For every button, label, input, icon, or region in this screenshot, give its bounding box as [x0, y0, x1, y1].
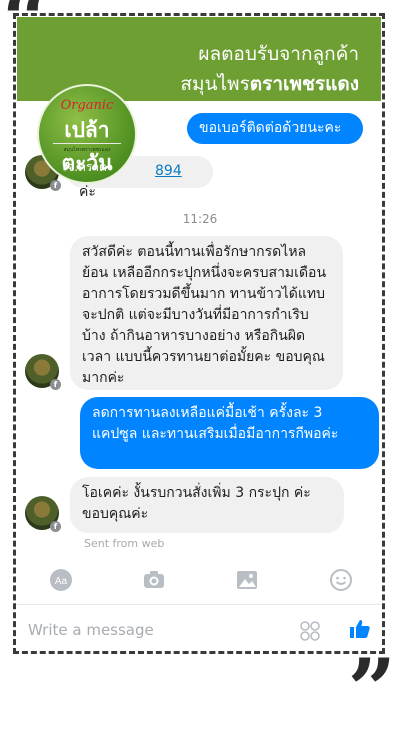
phone-link[interactable]: 894 — [155, 163, 182, 179]
image-icon[interactable] — [235, 568, 259, 592]
composer-divider — [17, 604, 381, 605]
message-input[interactable]: Write a message — [28, 621, 154, 639]
composer-toolbar: Aa — [17, 560, 381, 604]
svg-text:Aa: Aa — [55, 576, 68, 587]
camera-icon[interactable] — [142, 568, 166, 592]
banner-subtitle: สมุนไพรตราเพชรแดง — [180, 73, 359, 95]
sent-from-label: Sent from web — [84, 537, 165, 550]
logo-tagline: สมุนไพรตราเพชรแดง — [53, 143, 121, 154]
brand-logo: Organic เปล้าตะวัน สมุนไพรตราเพชรแดง จ.ต… — [37, 84, 137, 184]
logo-organic: Organic — [60, 98, 114, 113]
text-style-icon[interactable]: Aa — [49, 568, 73, 592]
incoming-message: สวัสดีค่ะ ตอนนี้ทานเพื่อรักษากรดไหลย้อน … — [70, 236, 343, 390]
timestamp: 11:26 — [182, 212, 218, 226]
avatar: f — [25, 496, 61, 532]
sticker-grid-icon[interactable] — [299, 620, 321, 642]
incoming-message: โอเคค่ะ งั้นรบกวนสั่งเพิ่ม 3 กระปุก ค่ะ … — [70, 477, 344, 533]
close-quote-icon: ” — [347, 640, 396, 739]
message-composer[interactable]: Write a message — [17, 606, 381, 654]
avatar: f — [25, 354, 61, 390]
logo-province: จ.ตราด — [67, 160, 107, 174]
messenger-badge-icon: f — [50, 521, 61, 532]
outgoing-message: ลดการทานลงเหลือแค่มื้อเช้า ครั้งละ 3 แคป… — [80, 397, 379, 469]
emoji-icon[interactable] — [329, 568, 353, 592]
messenger-badge-icon: f — [50, 379, 61, 390]
messenger-badge-icon: f — [50, 180, 61, 191]
banner-title: ผลตอบรับจากลูกค้า — [198, 43, 359, 65]
outgoing-message: ขอเบอร์ติดต่อด้วยนะคะ — [187, 113, 363, 144]
